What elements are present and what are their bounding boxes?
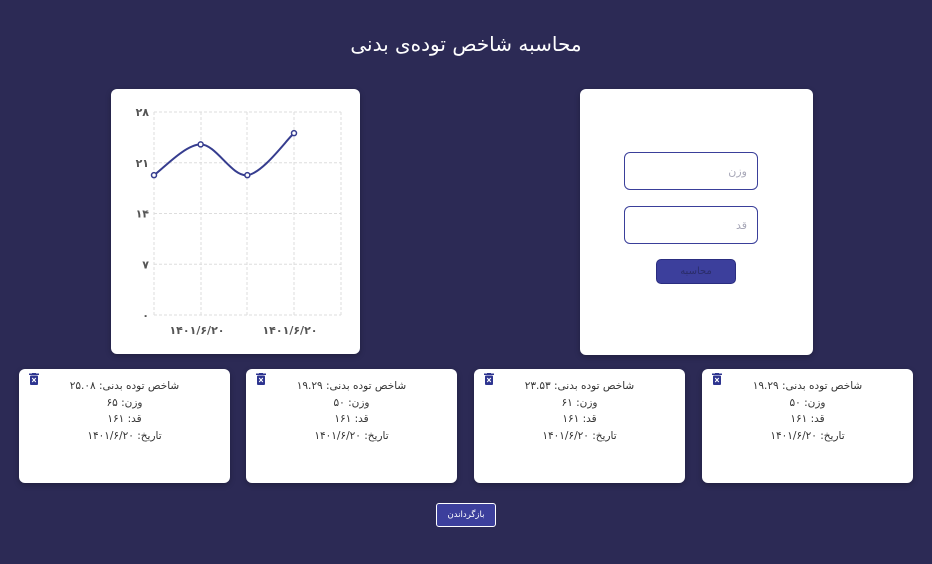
data-point	[150, 171, 158, 179]
record-card: شاخص توده بدنی: ۱۹.۲۹ وزن: ۵۰ قد: ۱۶۱ تا…	[702, 369, 913, 483]
record-date: تاریخ: ۱۴۰۱/۶/۲۰	[542, 429, 617, 442]
y-tick-label: ۷	[142, 258, 149, 271]
record-bmi: شاخص توده بدنی: ۱۹.۲۹	[296, 380, 407, 392]
y-tick-label: ۲۱	[136, 157, 149, 170]
y-tick-label: ۱۴	[136, 208, 150, 221]
y-tick-label: ۰	[142, 309, 149, 322]
record-weight: وزن: ۶۵	[106, 396, 143, 409]
record-height: قد: ۱۶۱	[107, 413, 142, 425]
record-bmi: شاخص توده بدنی: ۲۳.۵۳	[524, 380, 635, 392]
data-point	[290, 129, 298, 137]
record-card: شاخص توده بدنی: ۲۵.۰۸ وزن: ۶۵ قد: ۱۶۱ تا…	[19, 369, 230, 483]
data-point	[244, 171, 251, 179]
bmi-series-line	[153, 132, 295, 177]
record-date: تاریخ: ۱۴۰۱/۶/۲۰	[770, 429, 845, 442]
chart-grid	[153, 111, 342, 316]
weight-input[interactable]	[624, 152, 758, 190]
record-date: تاریخ: ۱۴۰۱/۶/۲۰	[87, 429, 162, 442]
x-tick-label: ۱۴۰۱/۶/۲۰	[262, 324, 317, 337]
record-weight: وزن: ۵۰	[789, 396, 826, 409]
record-weight: وزن: ۵۰	[333, 396, 370, 409]
record-height: قد: ۱۶۱	[790, 413, 825, 425]
record-card: شاخص توده بدنی: ۱۹.۲۹ وزن: ۵۰ قد: ۱۶۱ تا…	[246, 369, 457, 483]
height-input[interactable]	[624, 206, 758, 244]
x-axis-ticks: ۱۴۰۱/۶/۲۰ ۱۴۰۱/۶/۲۰	[169, 324, 317, 337]
record-card: شاخص توده بدنی: ۲۳.۵۳ وزن: ۶۱ قد: ۱۶۱ تا…	[474, 369, 685, 483]
record-bmi: شاخص توده بدنی: ۱۹.۲۹	[752, 380, 863, 392]
record-weight: وزن: ۶۱	[561, 396, 598, 409]
record-date: تاریخ: ۱۴۰۱/۶/۲۰	[314, 429, 389, 442]
record-height: قد: ۱۶۱	[334, 413, 369, 425]
x-tick-label: ۱۴۰۱/۶/۲۰	[169, 324, 224, 337]
y-axis-ticks: ۰ ۷ ۱۴ ۲۱ ۲۸	[136, 106, 150, 322]
bmi-form-card: محاسبه	[580, 89, 813, 355]
page-title: محاسبه شاخص توده‌ی بدنی	[350, 32, 582, 56]
calculate-button[interactable]: محاسبه	[656, 259, 736, 284]
data-point	[197, 141, 204, 148]
page: محاسبه شاخص توده‌ی بدنی ۰ ۷ ۱۴ ۲۱ ۲۸ ۱۴۰۱/۶/…	[0, 0, 932, 564]
bmi-line-chart: ۰ ۷ ۱۴ ۲۱ ۲۸ ۱۴۰۱/۶/۲۰ ۱۴۰۱/۶/۲۰	[136, 106, 342, 337]
reset-button[interactable]: بازگرداندن	[436, 503, 496, 527]
record-height: قد: ۱۶۱	[562, 413, 597, 425]
bmi-chart-card: ۰ ۷ ۱۴ ۲۱ ۲۸ ۱۴۰۱/۶/۲۰ ۱۴۰۱/۶/۲۰	[111, 89, 360, 354]
y-tick-label: ۲۸	[136, 106, 150, 119]
record-bmi: شاخص توده بدنی: ۲۵.۰۸	[69, 380, 180, 392]
